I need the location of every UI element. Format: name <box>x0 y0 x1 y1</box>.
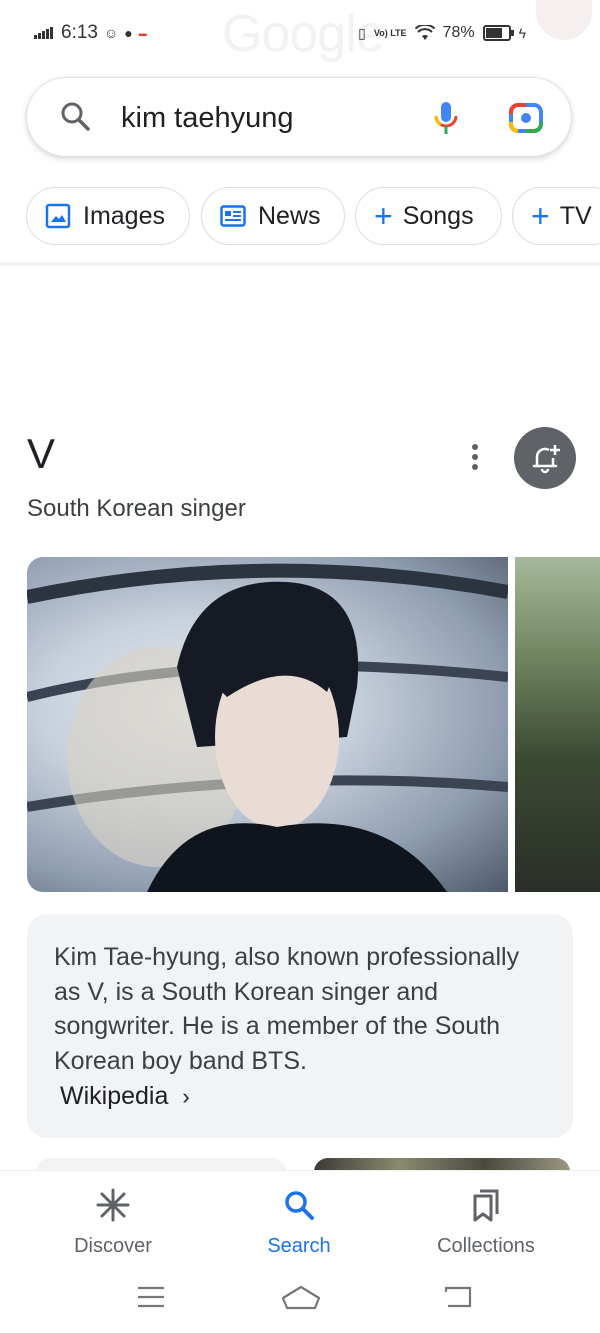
collections-icon <box>406 1185 566 1225</box>
nav-search[interactable]: Search <box>219 1185 379 1258</box>
search-icon <box>61 102 90 131</box>
plus-icon: + <box>531 198 550 234</box>
chip-songs[interactable]: + Songs <box>355 187 502 245</box>
face-notification-icon: ☺ <box>103 25 119 41</box>
follow-notification-button[interactable] <box>514 427 576 489</box>
status-left: 6:13 ☺ ● ▬ <box>34 22 147 44</box>
section-divider <box>0 262 600 266</box>
charging-icon: ϟ <box>518 25 526 41</box>
entity-title: V <box>27 430 56 477</box>
search-bar[interactable]: kim taehyung <box>26 77 572 157</box>
plus-icon: + <box>374 198 393 234</box>
chip-label: TV <box>559 201 592 230</box>
chip-label: Songs <box>402 201 474 230</box>
search-icon <box>219 1185 379 1225</box>
battery-percent: 78% <box>442 24 475 41</box>
wikipedia-link[interactable]: Wikipedia › <box>60 1082 190 1111</box>
image-icon <box>45 203 71 229</box>
vibrate-icon: ▯ <box>358 24 366 41</box>
status-right: ▯ Vo) LTE 78% ϟ <box>358 24 526 42</box>
nav-discover[interactable]: Discover <box>33 1185 193 1258</box>
google-lens-icon[interactable] <box>508 102 544 134</box>
home-icon[interactable] <box>281 1284 321 1310</box>
status-time: 6:13 <box>61 22 98 43</box>
chevron-right-icon: › <box>182 1083 190 1109</box>
wikipedia-label: Wikipedia <box>60 1082 169 1110</box>
signal-icon <box>34 27 53 39</box>
nav-collections[interactable]: Collections <box>406 1185 566 1258</box>
chip-news[interactable]: News <box>201 187 345 245</box>
system-navigation <box>0 1270 600 1333</box>
more-options-icon[interactable] <box>466 444 484 470</box>
news-icon <box>220 205 246 227</box>
chip-tv[interactable]: + TV <box>512 187 600 245</box>
chip-images[interactable]: Images <box>26 187 190 245</box>
search-input[interactable]: kim taehyung <box>121 102 294 135</box>
nav-label: Search <box>267 1235 331 1257</box>
volte-icon: Vo) LTE <box>373 27 407 38</box>
app-notification-icon: ▬ <box>138 28 147 38</box>
wifi-icon <box>414 25 435 40</box>
entity-photo-secondary[interactable] <box>515 557 600 892</box>
bottom-navigation: Discover Search Collections <box>0 1170 600 1271</box>
battery-icon <box>482 25 514 41</box>
description-card: Kim Tae-hyung, also known professionally… <box>27 914 573 1138</box>
bell-plus-icon <box>532 445 560 474</box>
chip-label: Images <box>83 201 165 230</box>
menu-icon[interactable] <box>136 1284 166 1310</box>
status-bar: 6:13 ☺ ● ▬ Google ▯ Vo) LTE 78% ϟ <box>0 0 600 70</box>
back-icon[interactable] <box>442 1284 474 1310</box>
chip-label: News <box>258 201 321 230</box>
nav-label: Collections <box>437 1235 535 1257</box>
entity-description: Kim Tae-hyung, also known professionally… <box>54 943 520 1075</box>
nav-label: Discover <box>74 1235 152 1257</box>
filter-chips: Images News + Songs + TV <box>26 187 600 247</box>
entity-subtitle: South Korean singer <box>27 495 246 522</box>
discover-icon <box>33 1185 193 1225</box>
voice-search-icon[interactable] <box>431 100 461 136</box>
message-notification-icon: ● <box>124 25 133 41</box>
profile-avatar-ghost <box>536 0 592 40</box>
entity-photo-main[interactable] <box>27 557 508 892</box>
